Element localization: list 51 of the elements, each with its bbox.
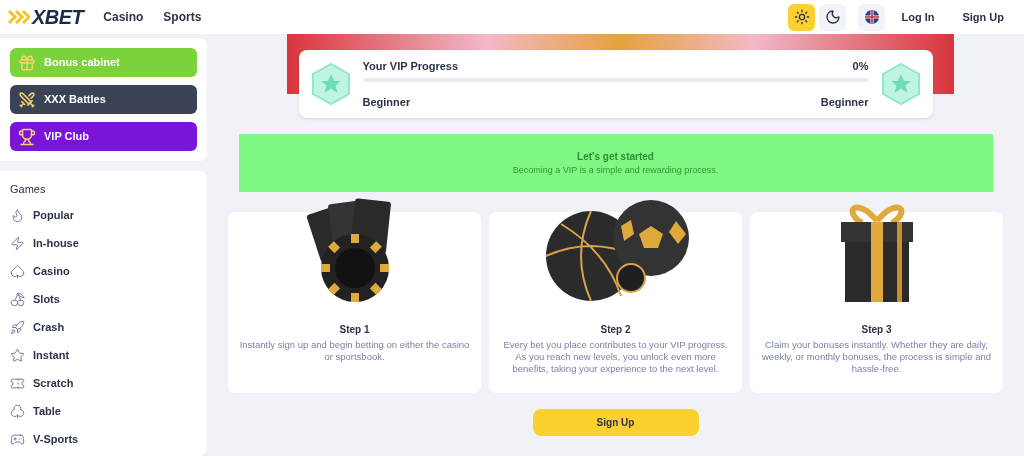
swords-icon: [18, 90, 36, 109]
sign-up-button[interactable]: Sign Up: [950, 8, 1016, 26]
game-category-link[interactable]: V-Sports: [10, 425, 197, 454]
step-description: Instantly sign up and begin betting on either the casino or sportsbook.: [238, 339, 471, 363]
gift-icon: [18, 53, 36, 72]
promo-button[interactable]: VIP Club: [10, 122, 197, 151]
next-level: Beginner: [820, 95, 869, 110]
spade-icon: [10, 264, 25, 279]
dark-theme-button[interactable]: [819, 3, 847, 31]
game-category-link[interactable]: Crash: [10, 313, 197, 342]
logo-text[interactable]: XBET: [32, 2, 84, 32]
progress-percent: 0%: [852, 58, 869, 74]
step-title: Step 1: [339, 323, 370, 337]
game-category-link[interactable]: Popular: [10, 201, 197, 230]
trophy-icon: [18, 127, 36, 146]
promo-button[interactable]: XXX Battles: [10, 85, 197, 114]
lightning-icon: [10, 236, 25, 251]
step-title: Step 2: [600, 323, 631, 337]
game-category-link[interactable]: Casino: [10, 257, 197, 286]
ticket-icon: [10, 376, 25, 391]
game-category-link[interactable]: Table: [10, 397, 197, 426]
club-icon: [10, 404, 25, 419]
intro-title: Let's get started: [577, 149, 654, 164]
sign-up-cta-button[interactable]: Sign Up: [532, 409, 699, 436]
moon-icon: [824, 9, 841, 25]
games-heading: Games: [10, 182, 47, 197]
uk-flag-icon: [864, 10, 879, 24]
star-badge-icon: [880, 62, 921, 106]
star-icon: [10, 348, 25, 363]
chevrons-logo-icon: [8, 10, 30, 24]
flame-icon: [10, 208, 25, 223]
game-category-link[interactable]: In-house: [10, 229, 197, 258]
step-description: Every bet you place contributes to your VIP progress. As you reach new levels, you unlock even more benefits, taking your experience to the next level.: [502, 339, 729, 375]
game-category-link[interactable]: Slots: [10, 285, 197, 314]
gamepad-icon: [10, 432, 25, 447]
intro-subtitle: Becoming a VIP is a simple and rewarding process.: [512, 163, 719, 177]
sun-icon: [793, 9, 810, 25]
progress-title: Your VIP Progress: [362, 58, 459, 74]
game-category-link[interactable]: Scratch: [10, 369, 197, 398]
star-badge-icon: [310, 62, 351, 106]
nav-link[interactable]: Casino: [103, 8, 144, 26]
rocket-icon: [10, 320, 25, 335]
step-description: Claim your bonuses instantly. Whether they are daily, weekly, or monthly bonuses, the process is simple and hassle-free.: [761, 339, 992, 375]
game-category-link[interactable]: Instant: [10, 341, 197, 370]
log-in-button[interactable]: Log In: [889, 8, 947, 26]
nav-link[interactable]: Sports: [163, 8, 202, 26]
current-level: Beginner: [362, 95, 411, 110]
light-theme-button[interactable]: [788, 3, 816, 31]
cherry-icon: [10, 292, 25, 307]
step-title: Step 3: [861, 323, 892, 337]
language-button[interactable]: [858, 3, 886, 31]
